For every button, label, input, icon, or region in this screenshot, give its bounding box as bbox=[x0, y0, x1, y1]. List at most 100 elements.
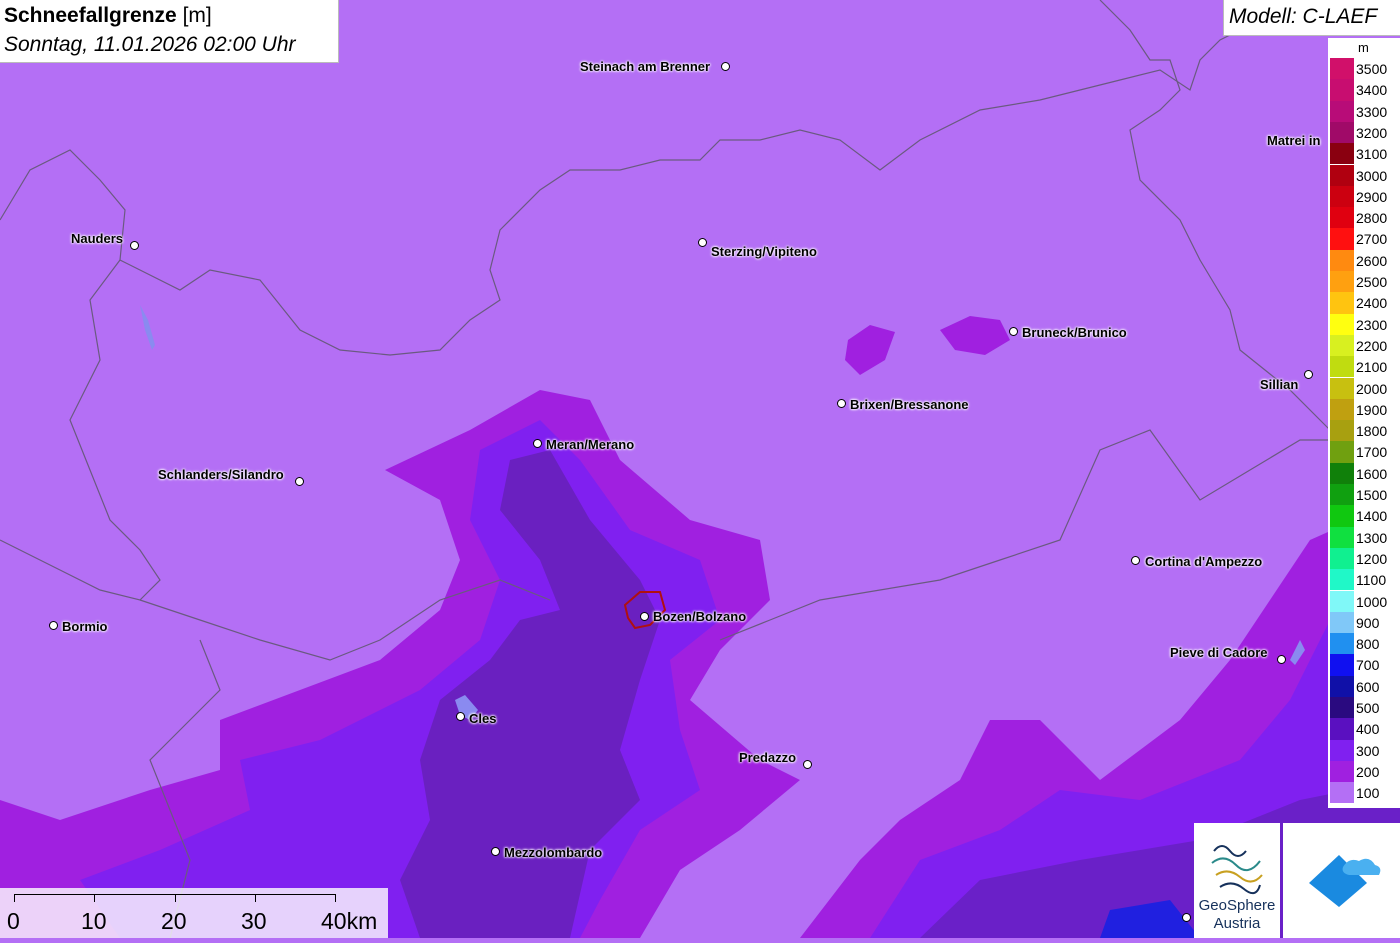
legend-row: 700 bbox=[1330, 654, 1400, 676]
legend-swatch bbox=[1330, 569, 1354, 591]
city-label: Bozen/Bolzano bbox=[653, 609, 747, 624]
model-panel: Modell: C-LAEF bbox=[1223, 0, 1400, 36]
legend-row: 3000 bbox=[1330, 164, 1400, 186]
legend-label: 1900 bbox=[1356, 401, 1388, 418]
legend-swatch bbox=[1330, 398, 1354, 421]
legend-label: 300 bbox=[1356, 742, 1380, 759]
legend-label: 1700 bbox=[1356, 444, 1388, 461]
legend-label: 200 bbox=[1356, 763, 1380, 780]
legend-row: 1800 bbox=[1330, 420, 1400, 442]
legend-label: 800 bbox=[1356, 636, 1380, 653]
scale-tick bbox=[335, 894, 336, 902]
legend-row: 3500 bbox=[1330, 58, 1400, 80]
legend-swatch bbox=[1330, 760, 1354, 783]
legend-row: 100 bbox=[1330, 782, 1400, 804]
city-dot-icon bbox=[803, 760, 812, 769]
legend-label: 1400 bbox=[1356, 508, 1388, 525]
legend-label: 2100 bbox=[1356, 359, 1388, 376]
city-dot-icon bbox=[1131, 556, 1140, 565]
legend-label: 3100 bbox=[1356, 146, 1388, 163]
geosphere-logo[interactable]: GeoSphere Austria bbox=[1194, 823, 1280, 938]
legend-label: 1100 bbox=[1356, 572, 1387, 589]
scale-tick bbox=[175, 894, 176, 902]
legend-swatch bbox=[1330, 526, 1354, 548]
legend-swatch bbox=[1330, 654, 1354, 676]
city-label: Brixen/Bressanone bbox=[850, 397, 969, 412]
legend-swatch bbox=[1330, 697, 1354, 719]
legend-label: 500 bbox=[1356, 700, 1380, 716]
legend-label: 1800 bbox=[1356, 423, 1388, 440]
legend-label: 2900 bbox=[1356, 188, 1388, 205]
legend-swatch bbox=[1330, 249, 1354, 271]
scale-tick bbox=[255, 894, 256, 902]
city-label: Pieve di Cadore bbox=[1170, 645, 1268, 660]
city-dot-icon bbox=[456, 712, 465, 721]
legend-row: 800 bbox=[1330, 633, 1400, 655]
legend-swatch bbox=[1330, 334, 1354, 357]
legend-swatch bbox=[1330, 143, 1354, 165]
legend-swatch bbox=[1330, 675, 1354, 697]
legend-label: 3400 bbox=[1356, 82, 1388, 99]
legend-swatch bbox=[1330, 185, 1354, 208]
legend-swatch bbox=[1330, 718, 1354, 740]
map-title: Schneefallgrenze [m] bbox=[4, 4, 212, 28]
legend-label: 2200 bbox=[1356, 337, 1388, 354]
city-dot-icon bbox=[533, 439, 542, 448]
legend-row: 1100 bbox=[1330, 569, 1400, 591]
scale-label: 40km bbox=[321, 908, 378, 934]
legend-row: 2400 bbox=[1330, 292, 1400, 314]
legend-row: 2700 bbox=[1330, 228, 1400, 250]
legend-row: 2500 bbox=[1330, 271, 1400, 293]
legend-row: 1600 bbox=[1330, 462, 1400, 484]
city-label: Nauders bbox=[71, 231, 124, 246]
city-label: Sillian bbox=[1260, 377, 1299, 392]
legend-label: 400 bbox=[1356, 721, 1380, 738]
model-name: Modell: C-LAEF bbox=[1229, 5, 1378, 28]
legend-label: 600 bbox=[1356, 678, 1380, 695]
scale-label: 10 bbox=[81, 908, 107, 934]
city-label: Predazzo bbox=[739, 750, 797, 765]
scale-label: 0 bbox=[7, 908, 20, 934]
city-label: Cles bbox=[469, 711, 497, 726]
city-dot-icon bbox=[295, 477, 304, 486]
legend-row: 400 bbox=[1330, 718, 1400, 740]
legend-swatch bbox=[1330, 505, 1354, 527]
legend-swatch bbox=[1330, 292, 1354, 314]
legend-row: 1900 bbox=[1330, 398, 1400, 421]
legend-label: 2800 bbox=[1356, 210, 1388, 227]
city-label: Bormio bbox=[62, 619, 108, 634]
legend-swatch bbox=[1330, 782, 1354, 804]
legend-label: 1200 bbox=[1356, 550, 1388, 567]
legend-label: 3500 bbox=[1356, 61, 1388, 77]
weather-app-logo[interactable] bbox=[1283, 823, 1400, 938]
legend-swatch bbox=[1330, 420, 1354, 442]
legend-unit: m bbox=[1358, 40, 1369, 55]
legend-row: 3400 bbox=[1330, 79, 1400, 101]
legend-swatch bbox=[1330, 611, 1354, 634]
legend-swatch bbox=[1330, 441, 1354, 463]
legend-swatch bbox=[1330, 121, 1354, 144]
legend-row: 2100 bbox=[1330, 356, 1400, 378]
legend-row: 1500 bbox=[1330, 484, 1400, 506]
legend-row: 2300 bbox=[1330, 313, 1400, 335]
scale-label: 20 bbox=[161, 908, 187, 934]
legend-swatch bbox=[1330, 58, 1354, 80]
scale-tick bbox=[94, 894, 95, 902]
legend-label: 2400 bbox=[1356, 295, 1388, 312]
city-dot-icon bbox=[698, 238, 707, 247]
legend-swatch bbox=[1330, 228, 1354, 250]
legend-swatch bbox=[1330, 356, 1354, 378]
legend-swatch bbox=[1330, 313, 1354, 335]
legend-label: 700 bbox=[1356, 657, 1380, 674]
scale-tick bbox=[14, 894, 15, 902]
legend-row: 1000 bbox=[1330, 590, 1400, 612]
legend-row: 2200 bbox=[1330, 334, 1400, 357]
city-label: Steinach am Brenner bbox=[580, 59, 711, 74]
legend-label: 3200 bbox=[1356, 124, 1388, 141]
legend-swatch bbox=[1330, 207, 1354, 229]
city-label: Cortina d'Ampezzo bbox=[1145, 554, 1263, 569]
map-timestamp: Sonntag, 11.01.2026 02:00 Uhr bbox=[4, 33, 296, 56]
legend-swatch bbox=[1330, 739, 1354, 761]
legend-label: 2500 bbox=[1356, 274, 1388, 290]
title-text: Schneefallgrenze bbox=[4, 4, 177, 27]
